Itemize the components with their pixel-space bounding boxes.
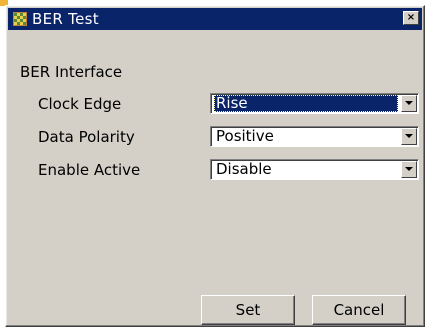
data-polarity-label: Data Polarity (38, 128, 135, 146)
data-polarity-value: Positive (216, 128, 274, 145)
app-icon (13, 12, 27, 26)
clock-edge-dropdown-button[interactable] (401, 95, 417, 112)
cancel-button[interactable]: Cancel (312, 295, 406, 325)
enable-active-label: Enable Active (38, 161, 141, 179)
data-polarity-dropdown-button[interactable] (401, 128, 417, 145)
close-button[interactable]: × (403, 11, 419, 25)
section-heading: BER Interface (20, 63, 123, 81)
title-bar[interactable]: BER Test × (8, 8, 422, 30)
data-polarity-select[interactable]: Positive (210, 126, 419, 147)
clock-edge-label: Clock Edge (38, 95, 122, 113)
chevron-down-icon (405, 134, 413, 138)
clock-edge-value: Rise (214, 95, 398, 112)
enable-active-dropdown-button[interactable] (401, 161, 417, 178)
close-icon: × (406, 12, 416, 23)
enable-active-value: Disable (216, 161, 272, 178)
window-title: BER Test (32, 10, 99, 28)
set-button[interactable]: Set (201, 295, 295, 325)
chevron-down-icon (405, 167, 413, 171)
ber-test-dialog: BER Test × BER Interface Clock Edge Rise… (5, 5, 425, 327)
chevron-down-icon (405, 101, 413, 105)
enable-active-select[interactable]: Disable (210, 159, 419, 180)
clock-edge-select[interactable]: Rise (210, 93, 419, 114)
